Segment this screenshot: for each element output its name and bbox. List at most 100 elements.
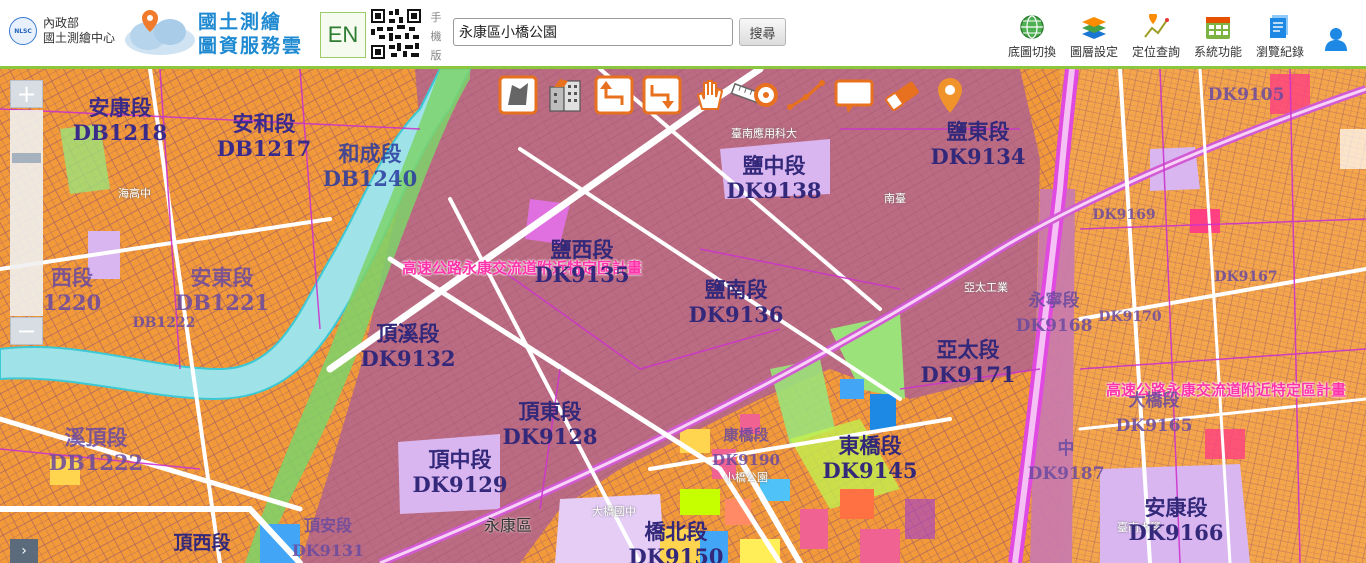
section-code: DK9167 [1214,269,1278,285]
agency-name: 內政部 國土測繪中心 [43,16,115,46]
section-label: 安康段 DB1218 [73,95,167,145]
mobile-label-char: 手 [430,11,442,24]
section-label: 安東段 DB1221 [175,265,269,315]
section-code: DB1217 [216,136,312,161]
section-label: DB1222 [133,311,196,336]
menu-system-functions[interactable]: 系統功能 [1188,14,1248,60]
section-name: 和成段 [338,141,402,166]
eraser-tool-icon[interactable] [882,75,922,115]
section-label: 頂溪段 DK9132 [361,321,456,371]
section-name: 頂西段 [173,532,231,554]
section-code: DK9170 [1098,309,1162,325]
section-code: DK9171 [920,362,1016,387]
section-name: 安東段 [190,265,254,290]
section-code: DB1222 [132,315,196,331]
place-label: 海高中 [118,187,151,200]
section-code: DB1218 [72,120,168,145]
section-name: 安康段 [1144,495,1208,520]
back-tool-icon[interactable] [594,75,634,115]
zoom-slider-thumb[interactable] [12,153,41,163]
comment-tool-icon[interactable] [834,75,874,115]
section-code: DK9129 [412,472,508,497]
map-canvas[interactable]: 高速公路永康交流道附近特定區計畫 高速公路永康交流道附近特定區計畫 臺南應用科大… [0,69,1366,563]
brand-line-1: 國土測繪 [198,11,283,33]
agency-logo[interactable]: NLSC 內政部 國土測繪中心 [9,16,115,46]
english-button[interactable]: EN [320,12,366,58]
section-code: DK9169 [1092,207,1156,223]
menu-locate-query[interactable]: 定位查詢 [1126,14,1186,60]
section-label: DK9105 [1208,83,1285,108]
section-name: 大橋段 [1128,391,1180,411]
section-code: DK9165 [1115,416,1193,436]
section-label: 頂中段 DK9129 [413,447,508,497]
section-name: 頂溪段 [376,321,440,346]
section-label: 安康段 DK9166 [1129,495,1224,545]
layers-icon [1082,17,1106,39]
section-code: DK9128 [502,424,598,449]
circle-tool-icon[interactable] [748,75,788,115]
section-label: 永寧段 DK9168 [1016,289,1093,339]
section-label: 橋北段 DK9150 [629,519,724,563]
qr-code-icon[interactable] [371,9,421,59]
section-name: 鹽東段 [946,119,1010,144]
cloud-pin-icon [125,10,195,55]
mobile-label-char: 版 [430,49,442,62]
user-icon[interactable] [1323,26,1349,52]
location-pin-icon[interactable] [930,75,970,115]
section-code: DK9135 [534,262,630,287]
section-name: 康橋段 [723,426,769,444]
section-name: 頂東段 [518,399,582,424]
section-label: 鹽中段 DK9138 [727,153,822,203]
menu-label: 定位查詢 [1131,45,1180,59]
section-code: 1220 [42,290,102,315]
zoom-slider[interactable] [10,110,43,316]
agency-seal-text: NLSC [14,27,32,35]
section-code: DK9131 [291,541,365,560]
section-code: DK9145 [822,458,918,483]
locate-icon [1144,14,1169,38]
section-name: 亞太段 [936,337,1000,362]
basemap-tool-icon[interactable] [498,75,538,115]
top-header: NLSC 內政部 國土測繪中心 國土測繪 圖資服務雲 EN 手 機 版 永康區小… [0,0,1366,68]
section-label: 大橋段 DK9165 [1116,389,1193,439]
section-label: 東橋段 DK9145 [823,433,918,483]
expand-panel-button[interactable]: › [10,539,38,563]
section-label: DK9169 [1092,203,1155,228]
brand-line-2: 圖資服務雲 [198,35,304,57]
globe-icon [1020,15,1044,39]
building-tool-icon[interactable] [546,75,586,115]
menu-label: 底圖切換 [1007,45,1056,59]
search-button[interactable]: 搜尋 [739,18,786,46]
section-code: DK9132 [360,346,456,371]
section-label: 頂西段 [173,531,230,556]
brand-logo[interactable]: 國土測繪 圖資服務雲 [120,10,303,58]
section-name: 橋北段 [644,519,708,544]
section-name: 西段 [50,265,93,290]
section-name: 鹽中段 [742,153,806,178]
section-name: 頂安段 [303,516,352,535]
section-code: DK9187 [1027,464,1105,484]
section-label: DK9170 [1098,305,1161,330]
menu-layer-settings[interactable]: 圖層設定 [1064,14,1124,60]
section-code: DK9136 [688,302,784,327]
search-input[interactable] [453,18,733,46]
section-label: 西段 1220 [43,265,101,315]
zoom-in-button[interactable]: + [10,80,43,108]
section-label: 頂東段 DK9128 [503,399,598,449]
zoom-out-button[interactable]: − [10,317,43,345]
forward-tool-icon[interactable] [642,75,682,115]
section-label: 和成段 DB1240 [323,141,417,191]
section-label: 鹽西段 DK9135 [535,237,630,287]
menu-basemap-switch[interactable]: 底圖切換 [1002,14,1062,60]
section-label: 鹽南段 DK9136 [689,277,784,327]
menu-label: 圖層設定 [1069,45,1118,59]
place-label: 永康區 [484,516,533,535]
menu-browse-history[interactable]: 瀏覽紀錄 [1250,14,1310,60]
pan-hand-icon[interactable] [690,75,730,115]
agency-seal-icon: NLSC [9,17,37,45]
section-code: DK9138 [726,178,822,203]
section-code: DB1240 [322,166,418,191]
mobile-label-char: 機 [430,30,442,43]
mobile-version-link[interactable]: 手 機 版 [430,8,442,65]
polyline-tool-icon[interactable] [786,75,826,115]
